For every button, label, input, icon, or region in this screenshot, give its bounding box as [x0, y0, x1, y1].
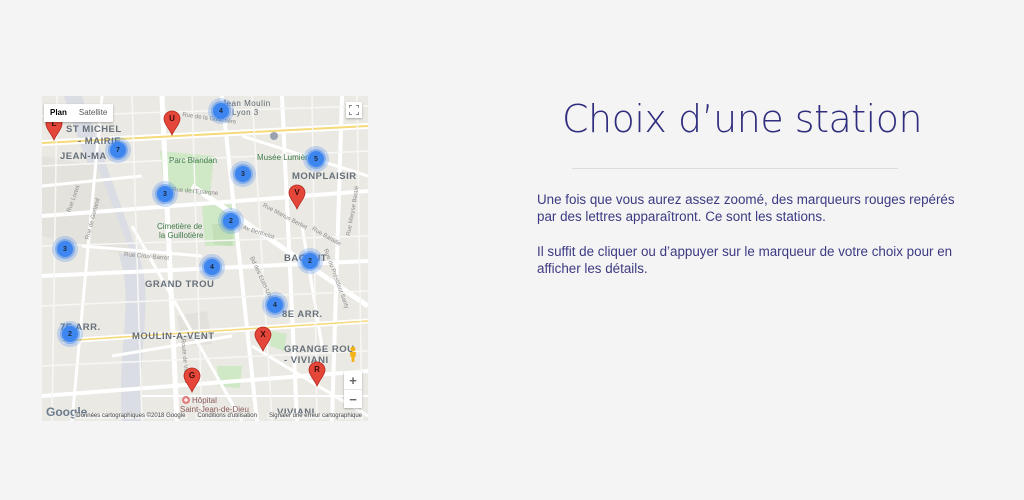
station-marker[interactable]: V: [288, 184, 306, 211]
cluster-marker[interactable]: 4: [199, 254, 225, 280]
poi-icon: [270, 132, 278, 140]
cluster-marker[interactable]: 2: [218, 208, 244, 234]
station-marker[interactable]: G: [183, 367, 201, 394]
poi-label: Cimetière de: [157, 222, 203, 231]
place-label: ST MICHEL: [66, 124, 122, 135]
cluster-marker[interactable]: 2: [297, 248, 323, 274]
cluster-count: 3: [157, 186, 173, 202]
station-letter: R: [314, 365, 320, 374]
instruction-paragraph: Il suffit de cliquer ou d’appuyer sur le…: [537, 244, 953, 276]
station-letter: X: [260, 330, 266, 339]
station-letter: V: [294, 188, 300, 197]
pegman-icon[interactable]: [347, 346, 359, 362]
hospital-icon: [182, 396, 190, 404]
place-label: JEAN-MA: [60, 151, 107, 162]
map-widget[interactable]: ST MICHEL - MAIRIE JEAN-MA MONPLAISIR BA…: [42, 96, 368, 421]
fullscreen-button[interactable]: [346, 102, 362, 118]
cluster-marker[interactable]: 3: [152, 181, 178, 207]
poi-label: Hôpital: [192, 396, 217, 405]
station-marker[interactable]: R: [308, 361, 326, 388]
cluster-marker[interactable]: 7: [105, 137, 131, 163]
cluster-marker[interactable]: 4: [262, 292, 288, 318]
zoom-in-button[interactable]: +: [344, 371, 362, 389]
cluster-count: 3: [57, 241, 73, 257]
cluster-count: 5: [308, 151, 324, 167]
zoom-out-button[interactable]: −: [344, 389, 362, 408]
place-label: MONPLAISIR: [292, 171, 357, 182]
place-label: GRAND TROU: [145, 279, 215, 290]
station-letter: G: [188, 371, 196, 380]
poi-label: Parc Blandan: [169, 156, 218, 165]
zoom-control: + −: [344, 371, 362, 408]
cluster-marker[interactable]: 2: [57, 321, 83, 347]
place-label: Lyon 3: [232, 108, 259, 117]
cluster-marker[interactable]: 4: [208, 98, 234, 124]
title-divider: [572, 168, 898, 169]
cluster-marker[interactable]: 3: [230, 161, 256, 187]
cluster-count: 2: [62, 326, 78, 342]
poi-label: la Guillotière: [159, 231, 204, 240]
cluster-marker[interactable]: 3: [52, 236, 78, 262]
map-type-plan-button[interactable]: Plan: [44, 104, 73, 122]
page-title: Choix d’une station: [561, 97, 923, 141]
map-attribution: Données cartographiques ©2018 Google Con…: [42, 411, 368, 421]
fullscreen-icon: [349, 105, 359, 115]
place-label: MOULIN-A-VENT: [132, 331, 215, 342]
map-type-control: Plan Satellite: [44, 104, 114, 122]
map-data-credit: Données cartographiques ©2018 Google: [74, 413, 188, 419]
cluster-count: 2: [302, 253, 318, 269]
cluster-count: 7: [110, 142, 126, 158]
terms-link[interactable]: Conditions d'utilisation: [195, 413, 259, 419]
instruction-paragraph: Une fois que vous aurez assez zoomé, des…: [537, 192, 955, 224]
cluster-count: 2: [223, 213, 239, 229]
cluster-count: 4: [204, 259, 220, 275]
station-marker[interactable]: U: [163, 110, 181, 137]
report-error-link[interactable]: Signaler une erreur cartographique: [266, 413, 364, 419]
station-letter: U: [169, 114, 175, 123]
cluster-count: 3: [235, 166, 251, 182]
cluster-count: 4: [267, 297, 283, 313]
place-label: GRANGE ROU: [284, 344, 355, 355]
map-type-satellite-button[interactable]: Satellite: [73, 104, 113, 122]
cluster-marker[interactable]: 5: [303, 146, 329, 172]
place-label: 8E ARR.: [282, 309, 323, 320]
cluster-count: 4: [213, 103, 229, 119]
station-marker[interactable]: X: [254, 326, 272, 353]
